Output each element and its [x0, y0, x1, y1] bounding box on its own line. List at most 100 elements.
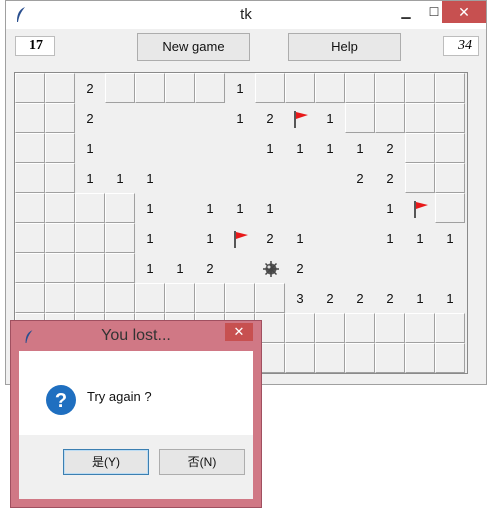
board-cell[interactable] — [255, 283, 285, 313]
board-cell[interactable] — [195, 283, 225, 313]
board-cell[interactable]: 2 — [255, 223, 285, 253]
board-cell[interactable]: 1 — [225, 103, 255, 133]
board-cell[interactable] — [375, 343, 405, 373]
board-cell[interactable]: 1 — [285, 133, 315, 163]
board-cell[interactable]: 2 — [75, 103, 105, 133]
board-cell[interactable] — [285, 103, 315, 133]
board-cell[interactable] — [345, 73, 375, 103]
board-cell[interactable] — [285, 163, 315, 193]
board-cell[interactable]: 1 — [105, 163, 135, 193]
board-cell[interactable] — [375, 73, 405, 103]
board-cell[interactable] — [405, 313, 435, 343]
board-cell[interactable] — [75, 283, 105, 313]
new-game-button[interactable]: New game — [137, 33, 250, 61]
board-cell[interactable]: 1 — [135, 163, 165, 193]
board-cell[interactable] — [315, 253, 345, 283]
board-cell[interactable] — [255, 253, 285, 283]
board-cell[interactable] — [315, 193, 345, 223]
board-cell[interactable]: 1 — [375, 223, 405, 253]
board-cell[interactable] — [405, 193, 435, 223]
board-cell[interactable] — [45, 163, 75, 193]
board-cell[interactable] — [315, 223, 345, 253]
board-cell[interactable] — [165, 103, 195, 133]
board-cell[interactable] — [165, 223, 195, 253]
board-cell[interactable] — [315, 73, 345, 103]
board-cell[interactable]: 2 — [345, 283, 375, 313]
board-cell[interactable] — [105, 223, 135, 253]
board-cell[interactable] — [135, 73, 165, 103]
board-cell[interactable] — [195, 73, 225, 103]
board-cell[interactable] — [315, 163, 345, 193]
board-cell[interactable] — [105, 193, 135, 223]
board-cell[interactable] — [45, 103, 75, 133]
board-cell[interactable] — [45, 223, 75, 253]
board-cell[interactable] — [15, 103, 45, 133]
board-cell[interactable]: 1 — [75, 133, 105, 163]
board-cell[interactable]: 1 — [405, 223, 435, 253]
board-cell[interactable] — [375, 313, 405, 343]
board-cell[interactable] — [405, 163, 435, 193]
board-cell[interactable] — [45, 193, 75, 223]
close-button[interactable]: ✕ — [442, 1, 486, 23]
board-cell[interactable] — [45, 253, 75, 283]
board-cell[interactable] — [345, 193, 375, 223]
board-cell[interactable]: 2 — [255, 103, 285, 133]
board-cell[interactable] — [165, 193, 195, 223]
board-cell[interactable] — [345, 313, 375, 343]
board-cell[interactable]: 1 — [315, 103, 345, 133]
board-cell[interactable] — [285, 313, 315, 343]
board-cell[interactable] — [345, 223, 375, 253]
board-cell[interactable] — [165, 73, 195, 103]
board-cell[interactable] — [405, 73, 435, 103]
board-cell[interactable] — [105, 133, 135, 163]
board-cell[interactable]: 1 — [285, 223, 315, 253]
board-cell[interactable] — [15, 73, 45, 103]
board-cell[interactable] — [225, 223, 255, 253]
board-cell[interactable]: 1 — [225, 193, 255, 223]
board-cell[interactable]: 2 — [195, 253, 225, 283]
board-cell[interactable] — [15, 223, 45, 253]
board-cell[interactable] — [105, 103, 135, 133]
board-cell[interactable]: 1 — [165, 253, 195, 283]
board-cell[interactable] — [165, 163, 195, 193]
board-cell[interactable] — [45, 73, 75, 103]
board-cell[interactable] — [135, 133, 165, 163]
board-cell[interactable] — [15, 253, 45, 283]
board-cell[interactable]: 1 — [135, 223, 165, 253]
board-cell[interactable] — [435, 103, 465, 133]
board-cell[interactable] — [405, 253, 435, 283]
board-cell[interactable] — [75, 253, 105, 283]
board-cell[interactable] — [435, 343, 465, 373]
board-cell[interactable] — [225, 253, 255, 283]
board-cell[interactable]: 1 — [195, 223, 225, 253]
board-cell[interactable] — [435, 133, 465, 163]
board-cell[interactable] — [15, 193, 45, 223]
board-cell[interactable] — [315, 313, 345, 343]
board-cell[interactable] — [195, 103, 225, 133]
board-cell[interactable] — [15, 283, 45, 313]
board-cell[interactable] — [165, 133, 195, 163]
minimize-button[interactable]: ▁ — [392, 1, 420, 23]
board-cell[interactable] — [345, 343, 375, 373]
board-cell[interactable] — [405, 343, 435, 373]
board-cell[interactable]: 1 — [345, 133, 375, 163]
board-cell[interactable] — [255, 163, 285, 193]
board-cell[interactable] — [405, 133, 435, 163]
board-cell[interactable]: 1 — [255, 193, 285, 223]
board-cell[interactable]: 1 — [195, 193, 225, 223]
board-cell[interactable] — [15, 163, 45, 193]
board-cell[interactable] — [285, 73, 315, 103]
board-cell[interactable]: 1 — [405, 283, 435, 313]
board-cell[interactable]: 2 — [375, 283, 405, 313]
board-cell[interactable]: 1 — [435, 223, 465, 253]
board-cell[interactable]: 1 — [135, 193, 165, 223]
yes-button[interactable]: 是(Y) — [63, 449, 149, 475]
board-cell[interactable] — [435, 73, 465, 103]
board-cell[interactable]: 2 — [375, 163, 405, 193]
board-cell[interactable]: 1 — [75, 163, 105, 193]
board-cell[interactable]: 2 — [75, 73, 105, 103]
board-cell[interactable] — [285, 193, 315, 223]
board-cell[interactable] — [195, 133, 225, 163]
board-cell[interactable] — [15, 133, 45, 163]
board-cell[interactable] — [375, 103, 405, 133]
